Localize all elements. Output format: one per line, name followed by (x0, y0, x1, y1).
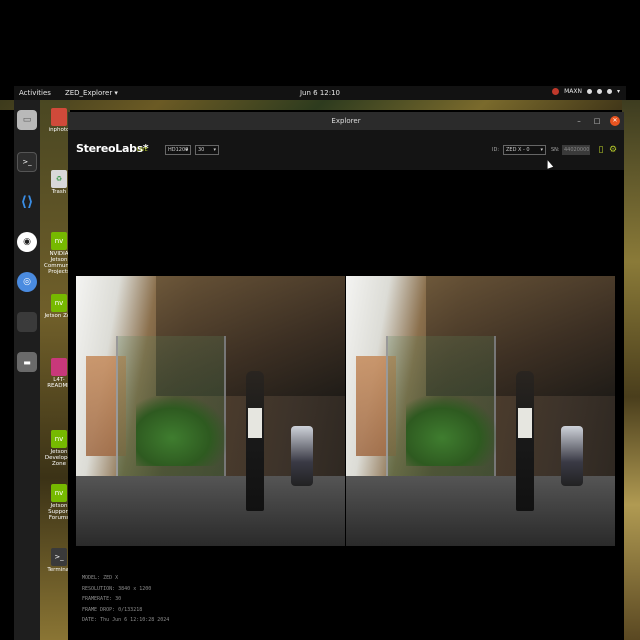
files-icon[interactable]: ▭ (17, 110, 37, 130)
chevron-down-icon: ▾ (540, 147, 543, 153)
vscode-icon[interactable]: ⟨⟩ (17, 192, 37, 212)
device-id-label: ID: (492, 147, 500, 153)
close-button[interactable]: ✕ (610, 116, 620, 126)
stereo-video-view[interactable] (76, 178, 618, 546)
record-icon[interactable]: ▯ (596, 144, 606, 156)
clock[interactable]: Jun 6 12:10 (300, 89, 340, 97)
maximize-button[interactable]: □ (592, 116, 602, 126)
screen: Activities ZED_Explorer ▾ Jun 6 12:10 MA… (0, 0, 640, 640)
trash-icon: ♻ (51, 170, 67, 188)
window-titlebar[interactable]: Explorer – □ ✕ (68, 112, 624, 130)
serial-label: SN: (551, 147, 560, 153)
chevron-down-icon: ▾ (213, 147, 216, 153)
folder-icon (51, 358, 67, 376)
device-select[interactable]: ZED X - 0 ▾ (503, 145, 546, 155)
chromium-icon[interactable]: ◎ (17, 272, 37, 292)
chevron-down-icon: ▾ (185, 147, 188, 153)
fps-select[interactable]: 30 ▾ (195, 145, 219, 155)
meta-model: MODEL: ZED X (82, 575, 119, 581)
meta-framerate: FRAMERATE: 30 (82, 596, 122, 602)
meta-frame-drop: FRAME DROP: 0/133218 (82, 606, 143, 613)
drive-icon[interactable]: ▬ (17, 352, 37, 372)
settings-icon[interactable]: ⚙ (608, 144, 618, 156)
nvidia-icon: nv (51, 430, 67, 448)
dock: ▭ >_ ⟨⟩ ◉ ◎ ▬ (14, 100, 40, 640)
power-mode-label[interactable]: MAXN (564, 88, 582, 95)
meta-resolution: RESOLUTION: 3840 x 1200 (82, 585, 152, 592)
terminal-icon: >_ (51, 548, 67, 566)
obs-icon[interactable]: ◉ (17, 232, 37, 252)
camera-metadata: MODEL: ZED X RESOLUTION: 3840 x 1200 FRA… (82, 573, 169, 626)
volume-icon[interactable] (596, 89, 602, 94)
explorer-toolbar: StereoLabs* LIVE HD1200 ▾ 30 ▾ ID: ZED X -… (68, 130, 624, 170)
wallpaper-top (0, 100, 640, 110)
system-menu-chevron-icon[interactable]: ▾ (617, 88, 620, 95)
wallpaper-right (622, 100, 640, 640)
window-title: Explorer (331, 117, 361, 125)
serial-number-field: 44020000 (562, 145, 590, 155)
app-icon[interactable] (17, 312, 37, 332)
resolution-select[interactable]: HD1200 ▾ (165, 145, 191, 155)
folder-icon (51, 108, 67, 126)
explorer-window: Explorer – □ ✕ StereoLabs* LIVE HD1200 ▾ … (68, 112, 624, 640)
power-icon[interactable] (606, 89, 612, 94)
nvidia-icon: nv (51, 232, 67, 250)
live-badge: LIVE (137, 147, 148, 153)
nvidia-icon: nv (51, 484, 67, 502)
meta-date: DATE: Thu Jun 6 12:10:28 2024 (82, 617, 170, 623)
right-camera-frame (346, 276, 615, 546)
nvidia-icon: nv (51, 294, 67, 312)
nvidia-tray-icon[interactable] (552, 88, 560, 95)
left-camera-frame (76, 276, 345, 546)
gnome-top-bar: Activities ZED_Explorer ▾ Jun 6 12:10 MA… (14, 86, 626, 100)
network-icon[interactable] (586, 89, 592, 94)
minimize-button[interactable]: – (574, 116, 584, 126)
terminal-icon[interactable]: >_ (17, 152, 37, 172)
